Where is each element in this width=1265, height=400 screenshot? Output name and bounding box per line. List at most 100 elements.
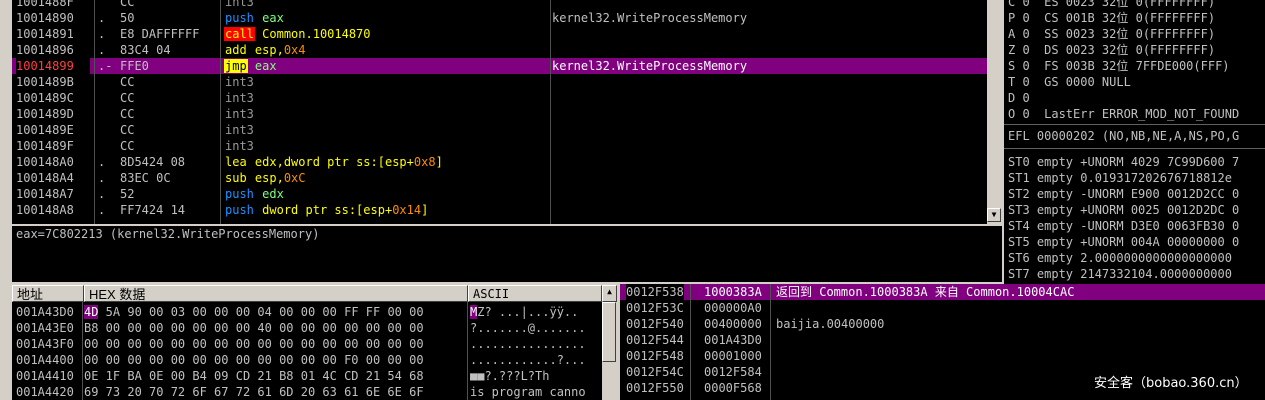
instruction-bytes: 52	[120, 187, 135, 201]
disasm-row[interactable]: 100148A7. 52 push edx	[12, 186, 987, 202]
disasm-row[interactable]: 1001489D CC int3	[12, 106, 987, 122]
disasm-row[interactable]: 1001488F CC int3	[12, 0, 987, 10]
branch-marker: .-	[98, 59, 113, 73]
instruction-bytes: FF7424 14	[120, 203, 186, 217]
instruction-comment	[552, 138, 972, 154]
fpu-register-line[interactable]: ST2 empty -UNORM E900 0012D2CC 0	[1008, 186, 1239, 202]
branch-marker	[98, 106, 120, 122]
branch-marker	[98, 138, 120, 154]
disassembly-pane[interactable]: 1001488F CC int3 10014890. 50 push eax kernel3…	[12, 0, 1002, 224]
fpu-register-line[interactable]: ST5 empty +UNORM 004A 00000000 0	[1008, 234, 1239, 250]
scroll-up-arrow-icon[interactable]: ▲	[602, 285, 617, 302]
memory-dump-pane[interactable]: 001A43D0 4D 5A 90 00 03 00 00 00 04 00 00…	[12, 302, 602, 400]
dump-scroll-thumb[interactable]	[602, 302, 616, 362]
flag-register-line[interactable]: Z 0 DS 0023 32位 0(FFFFFFFF)	[1008, 42, 1215, 58]
operand: ]	[435, 155, 443, 169]
instruction-address: 100148A0	[16, 155, 74, 169]
instruction-address: 1001489C	[16, 91, 74, 105]
efl-register[interactable]: EFL 00000202 (NO,NB,NE,A,NS,PO,G	[1008, 128, 1239, 144]
mnemonic: lea	[225, 155, 247, 169]
stack-value: 001A43D0	[704, 333, 762, 347]
disasm-row[interactable]: 10014899 .- FFE0 jmp eax kernel32.WriteProce…	[12, 58, 987, 74]
disasm-row[interactable]: 1001489C CC int3	[12, 90, 987, 106]
registers-pane[interactable]: C 0 ES 0023 32位 0(FFFFFFFF) P 0 CS 001B 3…	[1004, 0, 1265, 284]
instruction-bytes: CC	[120, 75, 135, 89]
selected-byte[interactable]: 4D	[84, 305, 99, 319]
disassembly-scrollbar[interactable]: ▼	[987, 0, 1002, 224]
info-pane: eax=7C802213 (kernel32.WriteProcessMemor…	[12, 226, 1002, 282]
dump-address: 001A4410	[16, 369, 74, 383]
stack-row[interactable]: 0012F548 00001000	[620, 348, 1265, 364]
stack-address: 0012F54C	[626, 365, 684, 379]
stack-row[interactable]: 0012F540 00400000 baijia.00400000	[620, 316, 1265, 332]
operand: 0x8	[413, 155, 436, 169]
fpu-register-line[interactable]: ST6 empty 2.0000000000000000000	[1008, 250, 1232, 266]
stack-row[interactable]: 0012F538 1000383A 返回到 Common.1000383A 来自 C…	[620, 284, 1265, 300]
stack-address: 0012F53C	[626, 301, 684, 315]
instruction-address: 1001489E	[16, 123, 74, 137]
dump-ascii: ?.......@.......	[470, 320, 586, 336]
disasm-row[interactable]: 10014890. 50 push eax kernel32.WriteProcess…	[12, 10, 987, 26]
disasm-row[interactable]: 1001489E CC int3	[12, 122, 987, 138]
disasm-row[interactable]: 1001489F CC int3	[12, 138, 987, 154]
instruction-text: int3	[224, 122, 550, 138]
column-divider	[220, 0, 221, 224]
flag-register-line[interactable]: T 0 GS 0000 NULL	[1008, 74, 1131, 90]
flag-register-line[interactable]: P 0 CS 001B 32位 0(FFFFFFFF)	[1008, 10, 1215, 26]
instruction-address: 100148A8	[16, 203, 74, 217]
stack-value: 00001000	[704, 349, 762, 363]
branch-marker	[98, 74, 120, 90]
fpu-register-line[interactable]: ST0 empty +UNORM 4029 7C99D600 7	[1008, 154, 1239, 170]
instruction-text: push dword ptr ss:[esp+0x14]	[224, 202, 550, 218]
scroll-down-arrow-icon[interactable]: ▼	[987, 208, 1001, 222]
disasm-row[interactable]: 100148A4. 83EC 0C sub esp,0xC	[12, 170, 987, 186]
operand: edx	[262, 187, 284, 201]
dump-address: 001A43E0	[16, 321, 74, 335]
instruction-text: call Common.10014870	[224, 26, 550, 42]
stack-value: 000000A0	[704, 301, 762, 315]
hex-bytes: B8 00 00 00 00 00 00 00 40 00 00 00 00 0…	[84, 321, 424, 335]
disasm-row[interactable]: 1001489B CC int3	[12, 74, 987, 90]
disasm-row[interactable]: 100148A8. FF7424 14 push dword ptr ss:[esp…	[12, 202, 987, 218]
instruction-comment	[552, 186, 972, 202]
instruction-comment	[552, 26, 972, 42]
mnemonic: push	[225, 11, 254, 25]
hex-bytes: 00 00 00 00 00 00 00 00 00 00 00 00 F0 0…	[84, 353, 424, 367]
ascii-text: is program canno	[470, 385, 586, 399]
register-divider	[1004, 148, 1265, 149]
mnemonic: int3	[225, 139, 254, 153]
ascii-text: ■■?.???L?Th	[470, 369, 550, 383]
instruction-address: 1001489B	[16, 75, 74, 89]
instruction-bytes: CC	[120, 107, 135, 121]
instruction-bytes: CC	[120, 139, 135, 153]
ascii-text: ?.......@.......	[470, 321, 586, 335]
instruction-comment	[552, 122, 972, 138]
mnemonic: add	[225, 43, 247, 57]
column-header-hex[interactable]: HEX 数据	[84, 285, 468, 302]
fpu-register-line[interactable]: ST7 empty 2147332104.0000000000	[1008, 266, 1232, 282]
stack-value: 00400000	[704, 317, 762, 331]
flag-register-line[interactable]: A 0 SS 0023 32位 0(FFFFFFFF)	[1008, 26, 1215, 42]
stack-row[interactable]: 0012F53C 000000A0	[620, 300, 1265, 316]
flag-register-line[interactable]: S 0 FS 003B 32位 7FFDE000(FFF)	[1008, 58, 1230, 74]
fpu-register-line[interactable]: ST1 empty 0.019317202676718812e	[1008, 170, 1232, 186]
column-divider	[94, 0, 95, 224]
column-header-address[interactable]: 地址	[12, 285, 84, 302]
stack-row[interactable]: 0012F544 001A43D0	[620, 332, 1265, 348]
branch-marker: .	[98, 11, 106, 25]
dump-scrollbar[interactable]	[602, 302, 617, 400]
fpu-register-line[interactable]: ST3 empty +UNORM 0025 0012D2DC 0	[1008, 202, 1239, 218]
operand: dword ptr ss:[esp+	[262, 203, 393, 217]
column-header-ascii[interactable]: ASCII	[468, 285, 602, 302]
stack-value: 0000F568	[704, 381, 762, 395]
flag-register-line[interactable]: C 0 ES 0023 32位 0(FFFFFFFF)	[1008, 0, 1215, 10]
disasm-row[interactable]: 10014896. 83C4 04 add esp,0x4	[12, 42, 987, 58]
branch-marker: .	[98, 187, 106, 201]
fpu-register-line[interactable]: ST4 empty -UNORM D3E0 0063FB30 0	[1008, 218, 1239, 234]
operand: ]	[421, 203, 429, 217]
disasm-row[interactable]: 100148A0. 8D5424 08 lea edx,dword ptr ss:[…	[12, 154, 987, 170]
flag-register-line[interactable]: O 0 LastErr ERROR_MOD_NOT_FOUND	[1008, 106, 1239, 122]
instruction-address: 10014891	[16, 27, 74, 41]
disasm-row[interactable]: 10014891. E8 DAFFFFFF call Common.10014870	[12, 26, 987, 42]
flag-register-line[interactable]: D 0	[1008, 90, 1030, 106]
